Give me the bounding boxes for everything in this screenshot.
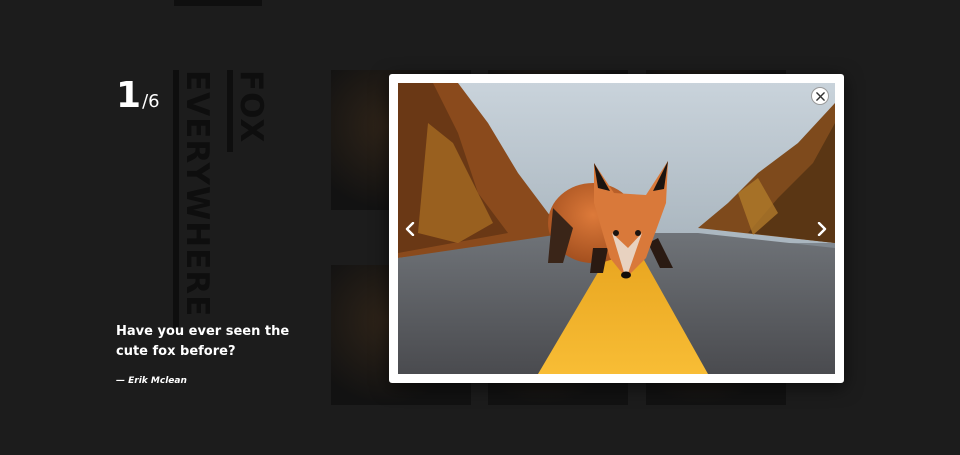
chevron-right-icon [817,222,827,236]
vertical-title-fox: FOX [227,70,269,152]
lightbox-image [398,83,835,374]
quote-author: — Erik Mclean [116,376,187,386]
top-decor-bar [174,0,262,6]
slide-current: 1 [116,75,141,116]
slide-counter: 1 /6 [116,78,160,114]
vertical-title-everywhere: EVERYWHERE [173,70,212,334]
slide-total: /6 [142,91,160,112]
lightbox-modal [389,74,844,383]
lightbox-prev-button[interactable] [400,217,420,241]
page: 1 /6 EVERYWHERE FOX Have you ever seen t… [0,0,960,455]
quote-text: Have you ever seen the cute fox before? [116,324,290,359]
chevron-left-icon [405,222,415,236]
lightbox-next-button[interactable] [812,217,832,241]
lightbox-close-button[interactable] [811,87,829,105]
close-icon [815,91,825,101]
